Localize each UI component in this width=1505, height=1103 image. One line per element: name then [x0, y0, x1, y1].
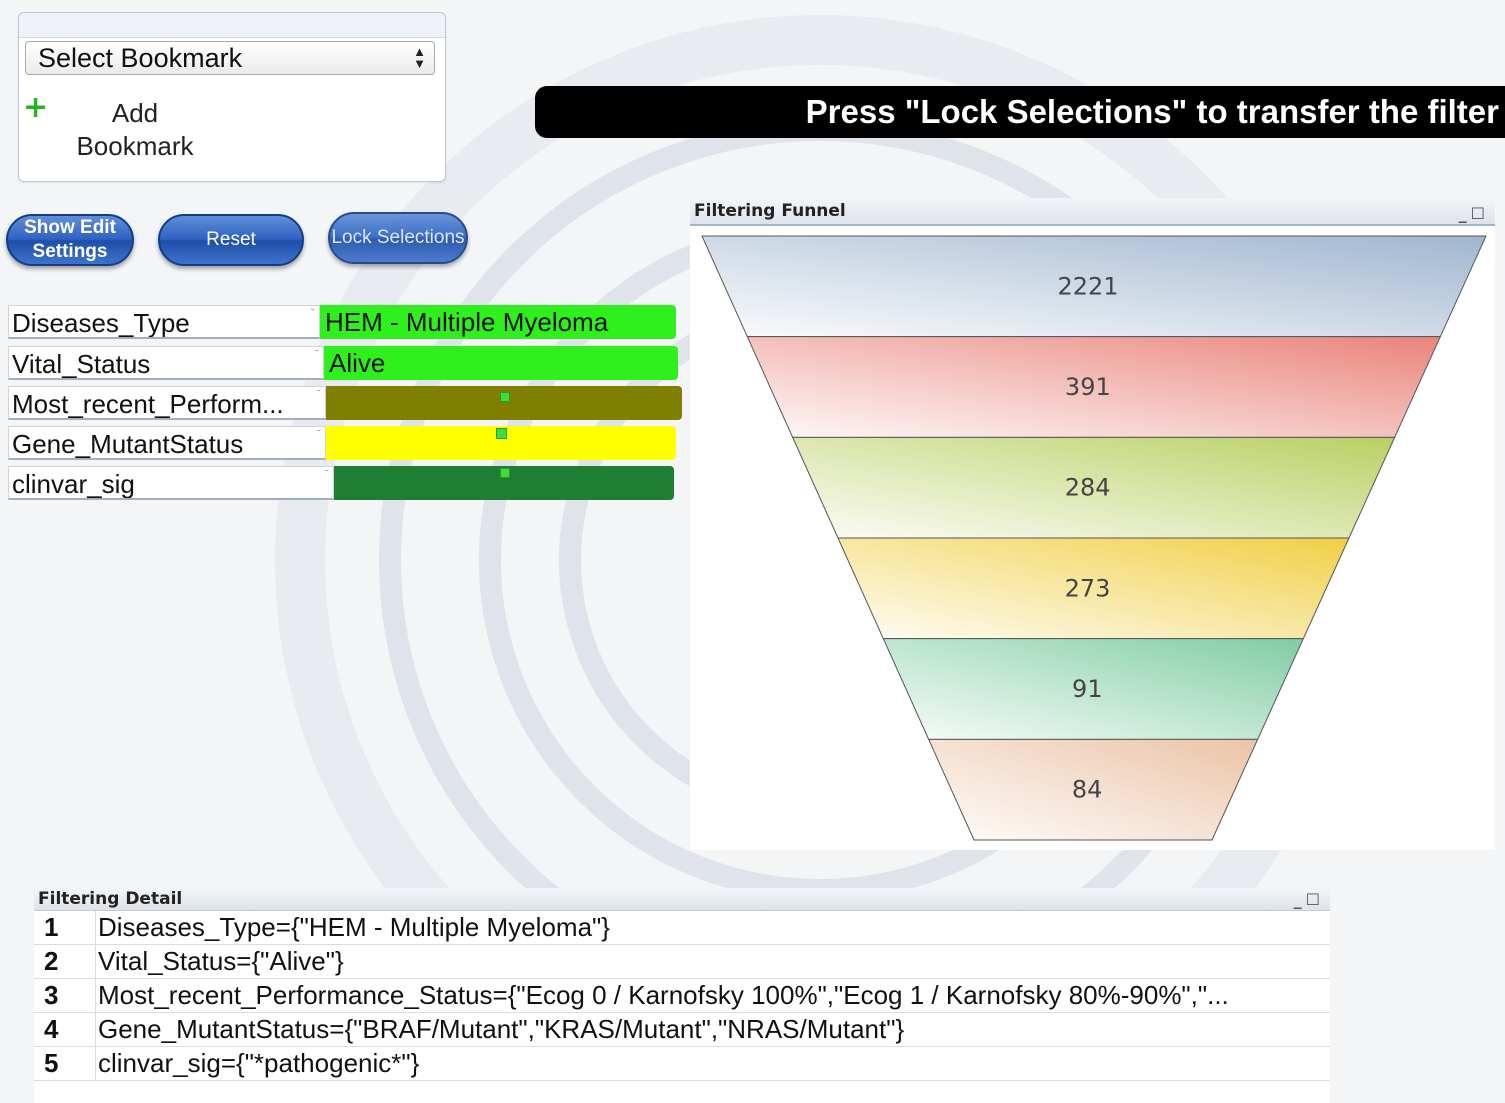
funnel-panel-title: Filtering Funnel _☐: [690, 198, 1495, 226]
listbox-caret-icon[interactable]: ˘: [316, 428, 322, 441]
listbox-label[interactable]: Vital_Status: [8, 346, 324, 380]
bookmark-panel-header: [19, 13, 445, 38]
listbox-caret-icon[interactable]: ˘: [310, 307, 316, 320]
listbox-value[interactable]: HEM - Multiple Myeloma: [320, 305, 676, 339]
lock-selections-button[interactable]: Lock Selections: [328, 212, 468, 264]
bookmark-panel: Select Bookmark ▲ ▼ + Add Bookmark: [18, 12, 446, 182]
filter-expression: Gene_MutantStatus={"BRAF/Mutant","KRAS/M…: [95, 1013, 904, 1046]
selection-indicator-icon: [496, 428, 507, 439]
row-number: 3: [44, 980, 59, 1010]
row-number: 5: [44, 1048, 59, 1078]
row-number: 4: [44, 1014, 59, 1044]
funnel-chart: 2221 391 284 273 91 84: [701, 235, 1487, 841]
lock-instructions-banner: Press "Lock Selections" to transfer the …: [535, 86, 1505, 138]
filter-expression: Vital_Status={"Alive"}: [95, 945, 344, 978]
table-row[interactable]: 5 clinvar_sig={"*pathogenic*"}: [34, 1047, 1330, 1081]
listbox-label[interactable]: Gene_MutantStatus: [8, 426, 326, 460]
funnel-value-label: 91: [1072, 675, 1103, 703]
row-number: 1: [44, 912, 59, 942]
listbox-value[interactable]: Alive: [324, 346, 678, 380]
show-edit-settings-button[interactable]: Show Edit Settings: [6, 214, 134, 266]
funnel-value-label: 2221: [1057, 272, 1118, 300]
selection-indicator-icon: [500, 468, 510, 478]
reset-button[interactable]: Reset: [158, 214, 304, 266]
select-arrows-icon: ▲ ▼: [413, 44, 426, 71]
row-number: 2: [44, 946, 59, 976]
panel-window-controls-icon[interactable]: _☐: [1294, 889, 1324, 911]
filter-expression: clinvar_sig={"*pathogenic*"}: [95, 1047, 419, 1080]
table-row[interactable]: 2 Vital_Status={"Alive"}: [34, 945, 1330, 979]
add-bookmark-plus-icon[interactable]: +: [23, 93, 48, 123]
selection-indicator-icon: [500, 392, 510, 402]
listbox-label[interactable]: Diseases_Type: [8, 305, 320, 339]
panel-window-controls-icon[interactable]: _☐: [1459, 201, 1489, 227]
listbox-label[interactable]: Most_recent_Perform...: [8, 386, 326, 420]
funnel-value-label: 273: [1065, 574, 1111, 602]
funnel-value-label: 284: [1065, 474, 1111, 502]
funnel-value-label: 84: [1072, 776, 1103, 804]
listbox-label[interactable]: clinvar_sig: [8, 466, 334, 500]
filter-expression: Diseases_Type={"HEM - Multiple Myeloma"}: [95, 911, 610, 944]
detail-panel-title: Filtering Detail _☐: [34, 888, 1330, 911]
funnel-value-label: 391: [1065, 373, 1111, 401]
add-bookmark-link[interactable]: Add Bookmark: [55, 97, 215, 163]
funnel-title-text: Filtering Funnel: [694, 201, 846, 221]
bookmark-select[interactable]: Select Bookmark ▲ ▼: [25, 41, 435, 75]
table-row[interactable]: 3 Most_recent_Performance_Status={"Ecog 0…: [34, 979, 1330, 1013]
listbox-caret-icon[interactable]: ˘: [324, 468, 330, 481]
listbox-caret-icon[interactable]: ˘: [316, 388, 322, 401]
bookmark-select-value: Select Bookmark: [38, 43, 243, 73]
table-row[interactable]: 1 Diseases_Type={"HEM - Multiple Myeloma"…: [34, 911, 1330, 945]
filter-expression: Most_recent_Performance_Status={"Ecog 0 …: [95, 979, 1229, 1012]
filtering-funnel-panel: Filtering Funnel _☐ 2221 391 284 273 91 84: [690, 198, 1495, 850]
detail-title-text: Filtering Detail: [38, 889, 183, 909]
table-row[interactable]: 4 Gene_MutantStatus={"BRAF/Mutant","KRAS/…: [34, 1013, 1330, 1047]
filtering-detail-panel: Filtering Detail _☐ 1 Diseases_Type={"HEM…: [34, 888, 1330, 1103]
listbox-caret-icon[interactable]: ˘: [314, 348, 320, 361]
detail-table: 1 Diseases_Type={"HEM - Multiple Myeloma"…: [34, 911, 1330, 1081]
